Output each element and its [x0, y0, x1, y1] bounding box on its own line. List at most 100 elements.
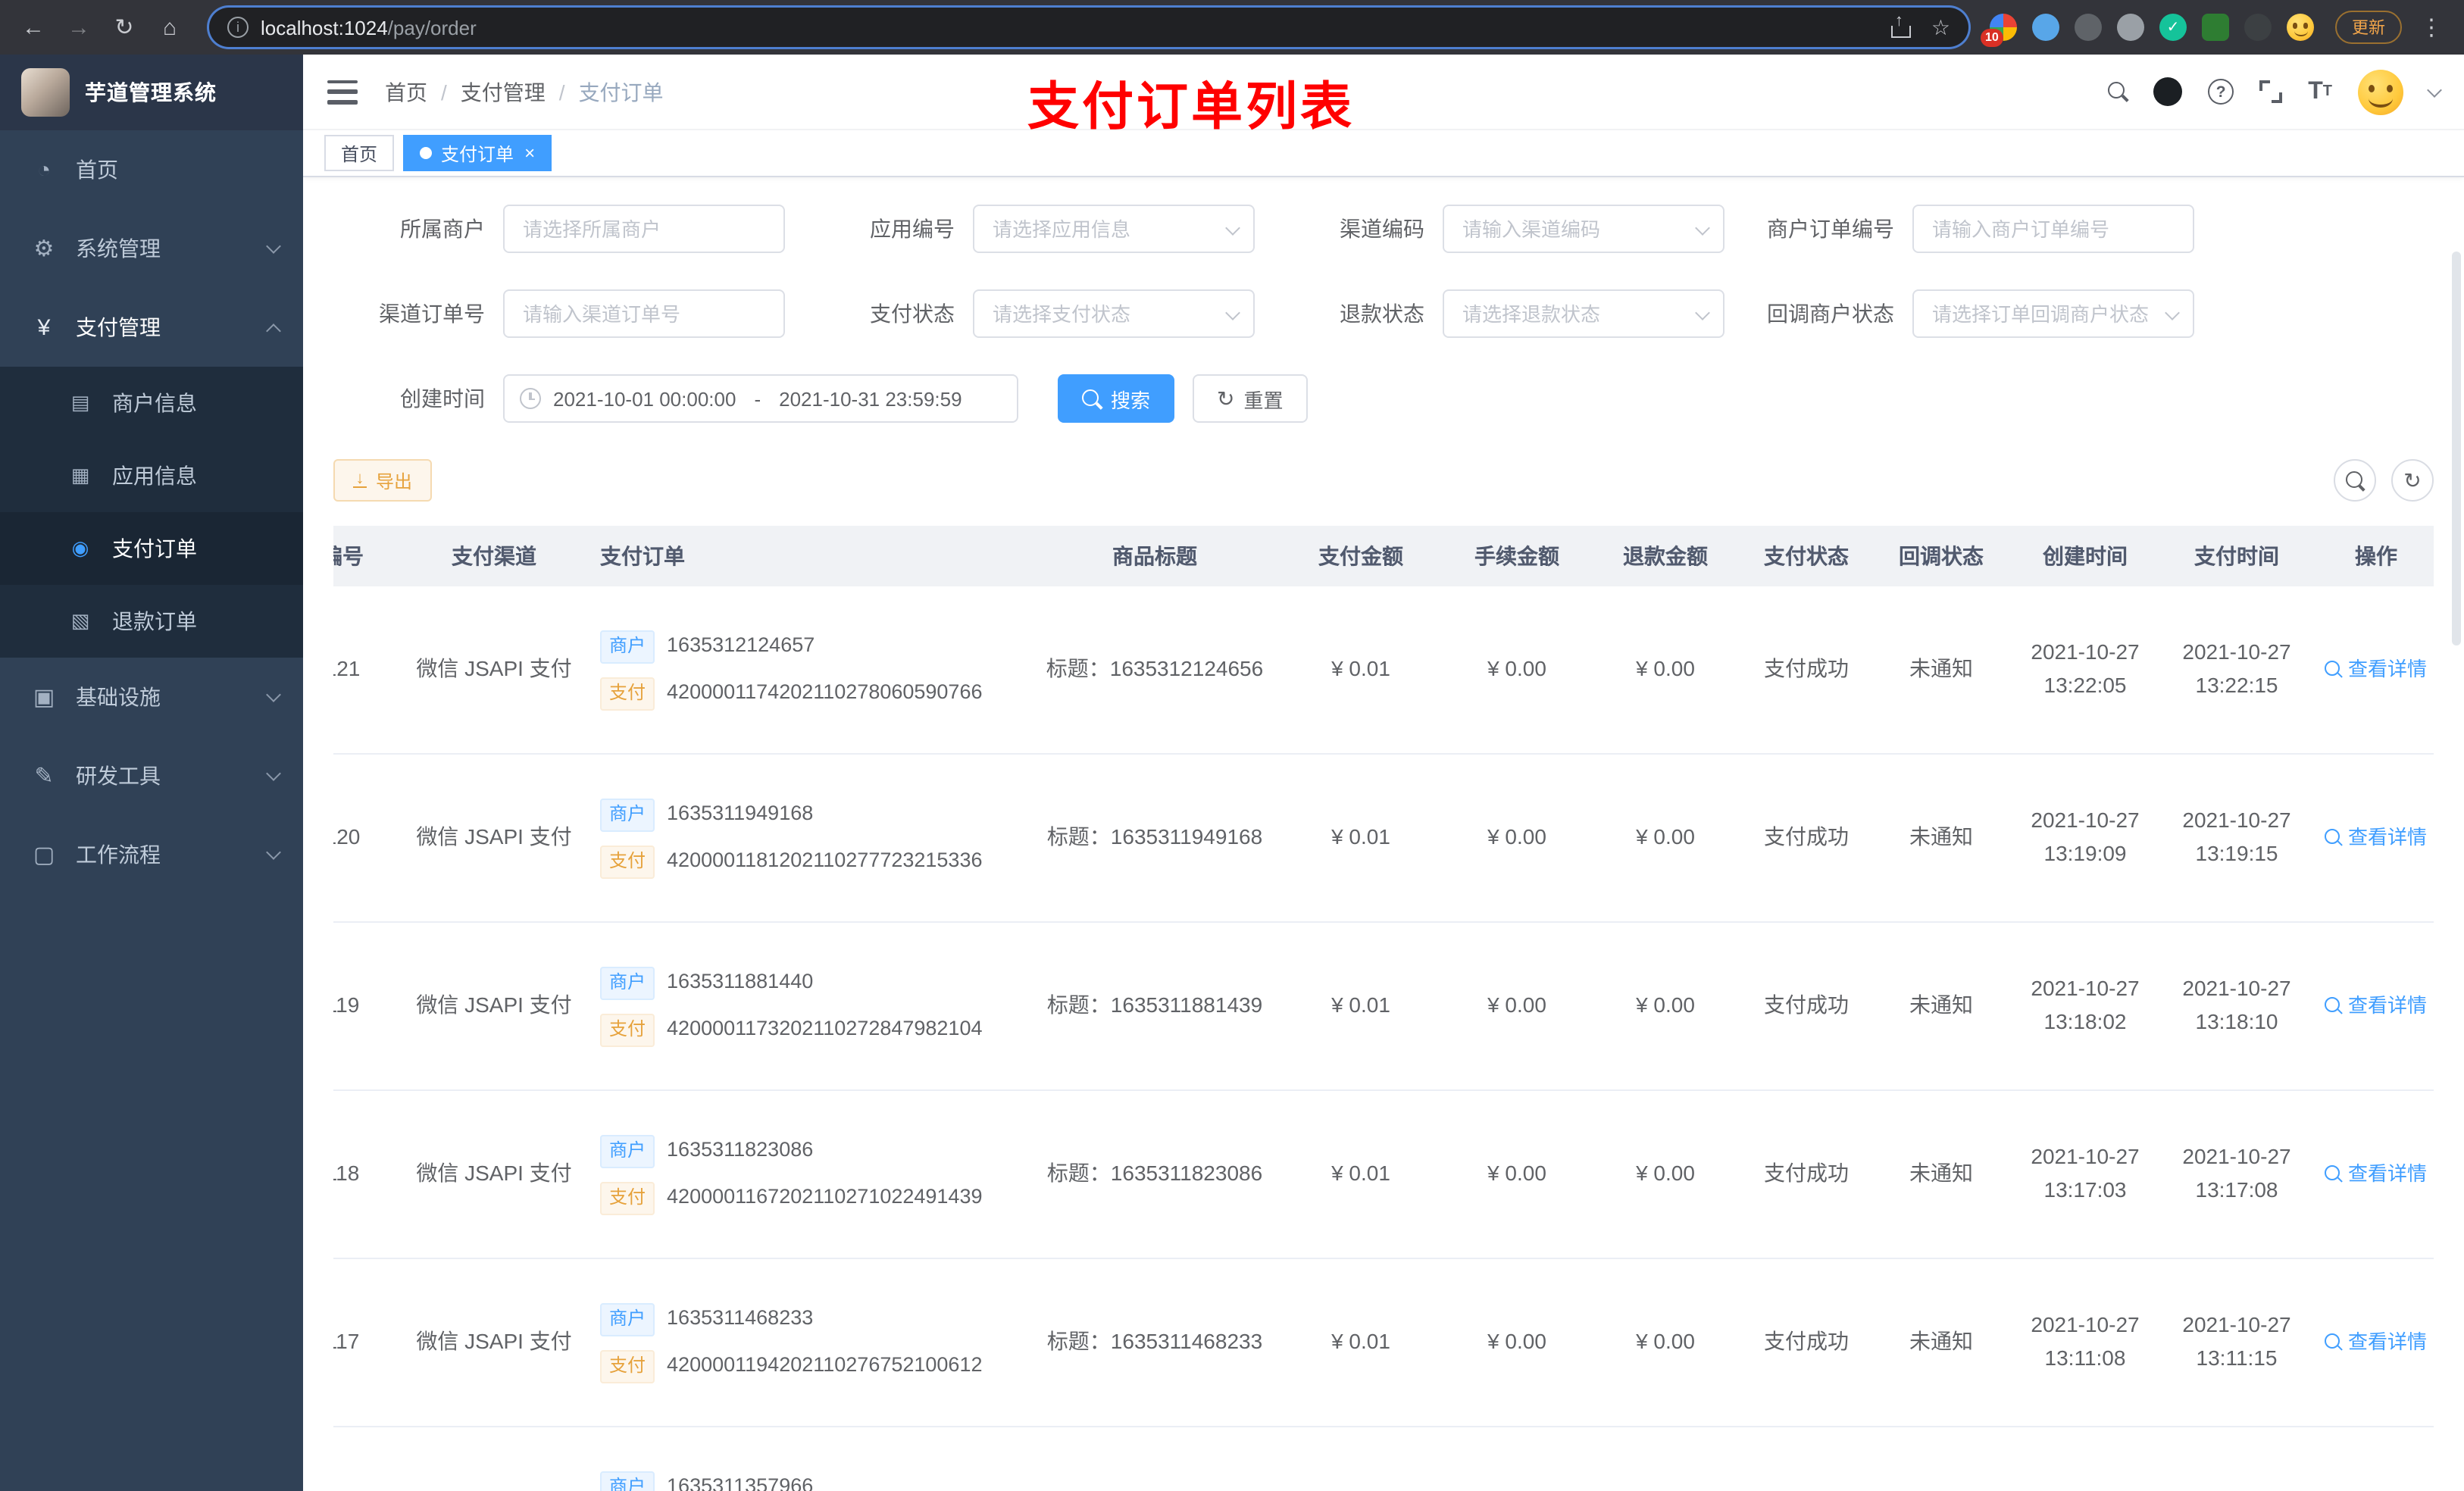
- merchant-order-no: 1635311881440: [667, 970, 814, 993]
- app-logo[interactable]: 芋道管理系统: [0, 55, 303, 130]
- sidebar-item-pay-order[interactable]: ◉ 支付订单: [0, 512, 303, 585]
- sidebar-item-home[interactable]: ◔ 首页: [0, 130, 303, 209]
- pay-order-icon: ◉: [71, 536, 89, 559]
- home-icon[interactable]: ⌂: [152, 9, 188, 45]
- extension-icon-dark[interactable]: [2075, 14, 2102, 41]
- question-icon[interactable]: ?: [2208, 79, 2234, 105]
- cell-refund: ¥ 0.00: [1636, 824, 1695, 849]
- sidebar: 芋道管理系统 ◔ 首页 ⚙ 系统管理 ¥ 支付管理 ▤ 商户信息 ▦ 应用信息 …: [0, 55, 303, 1491]
- sidebar-item-infrastructure[interactable]: ▣ 基础设施: [0, 658, 303, 736]
- cell-action: 查看详情: [2312, 823, 2434, 853]
- refresh-table-button[interactable]: ↻: [2391, 459, 2434, 502]
- tool-icon: ✎: [34, 764, 54, 789]
- filter-channel-code: 渠道编码: [1273, 205, 1724, 253]
- sidebar-item-workflow[interactable]: ▢ 工作流程: [0, 815, 303, 894]
- merchant-tag: 商户: [600, 1471, 655, 1491]
- channel-order-no-input[interactable]: [503, 289, 785, 338]
- filter-pay-status: 支付状态: [803, 289, 1255, 338]
- cell-pay-order: 商户 1635311468233 支付 42000011942021102767…: [585, 1302, 1030, 1383]
- view-detail-link[interactable]: 查看详情: [2325, 1159, 2427, 1189]
- sidebar-item-refund-order[interactable]: ▧ 退款订单: [0, 585, 303, 658]
- sidebar-item-devtools[interactable]: ✎ 研发工具: [0, 736, 303, 815]
- sidebar-collapse-icon[interactable]: [327, 80, 358, 104]
- merchant-order-no-input[interactable]: [1912, 205, 2194, 253]
- back-icon[interactable]: ←: [15, 9, 52, 45]
- table-row: 120 微信 JSAPI 支付 商户 1635311949168 支付 4200…: [333, 755, 2434, 923]
- filter-label: 回调商户状态: [1767, 302, 1894, 326]
- cell-refund: ¥ 0.00: [1636, 1161, 1695, 1186]
- breadcrumb-separator: /: [441, 80, 447, 104]
- view-detail-link[interactable]: 查看详情: [2325, 823, 2427, 853]
- reset-button[interactable]: ↻ 重置: [1193, 374, 1308, 423]
- search-button[interactable]: 搜索: [1058, 374, 1175, 423]
- table-body: 121 微信 JSAPI 支付 商户 1635312124657 支付 4200…: [333, 586, 2434, 1491]
- sidebar-item-label: 系统管理: [76, 236, 161, 261]
- forward-icon[interactable]: →: [61, 9, 97, 45]
- view-detail-link[interactable]: 查看详情: [2325, 991, 2427, 1021]
- view-detail-link[interactable]: 查看详情: [2325, 1327, 2427, 1358]
- share-icon[interactable]: [1890, 12, 1912, 38]
- merchant-order-line: 商户 1635312124657: [600, 630, 815, 663]
- tab-pay-order[interactable]: 支付订单 ×: [403, 135, 552, 171]
- refund-status-select-input[interactable]: [1443, 289, 1724, 338]
- browser-menu-icon[interactable]: ⋮: [2414, 14, 2449, 41]
- date-range-picker[interactable]: 2021-10-01 00:00:00 - 2021-10-31 23:59:5…: [503, 374, 1018, 423]
- sidebar-item-app-info[interactable]: ▦ 应用信息: [0, 439, 303, 512]
- channel-code-input[interactable]: [1443, 205, 1724, 253]
- site-info-icon[interactable]: i: [227, 17, 249, 38]
- merchant-select-input[interactable]: [503, 205, 785, 253]
- table-row: 121 微信 JSAPI 支付 商户 1635312124657 支付 4200…: [333, 586, 2434, 755]
- toggle-search-button[interactable]: [2334, 459, 2376, 502]
- reload-icon[interactable]: ↻: [106, 9, 142, 45]
- download-icon: ↓: [353, 470, 367, 489]
- extension-icon-gray[interactable]: [2117, 14, 2144, 41]
- avatar-dropdown-caret-icon[interactable]: [2427, 82, 2442, 97]
- pay-status-select: [973, 289, 1255, 338]
- yen-icon: ¥: [37, 314, 51, 340]
- font-size-icon[interactable]: TT: [2308, 79, 2332, 104]
- col-header-id: 编号: [333, 544, 364, 568]
- sidebar-item-system[interactable]: ⚙ 系统管理: [0, 209, 303, 288]
- pay-transaction-no: 4200001174202110278060590766: [667, 680, 983, 704]
- cell-title: 标题：1635311823086: [1046, 1161, 1263, 1186]
- logo-image: [21, 68, 70, 117]
- extension-icon-colorful[interactable]: 10: [1981, 14, 2017, 47]
- reset-button-label: 重置: [1243, 389, 1284, 411]
- pay-order-line: 支付 4200001174202110278060590766: [600, 677, 983, 710]
- user-avatar[interactable]: [2358, 69, 2403, 114]
- app-id-select-input[interactable]: [973, 205, 1255, 253]
- breadcrumb-home[interactable]: 首页: [385, 77, 427, 107]
- filter-label: 商户订单编号: [1767, 217, 1894, 241]
- url-host: localhost:1024: [261, 16, 388, 39]
- magnifier-icon: [2325, 1333, 2342, 1351]
- date-range-separator: -: [754, 387, 761, 410]
- extension-icon-blue[interactable]: [2032, 14, 2059, 41]
- tab-label: 支付订单: [441, 143, 514, 164]
- extension-icon-charcoal[interactable]: [2244, 14, 2272, 41]
- tab-home[interactable]: 首页: [324, 135, 395, 171]
- breadcrumb-payment[interactable]: 支付管理: [461, 77, 546, 107]
- cell-refund: ¥ 0.00: [1636, 992, 1695, 1017]
- scrollbar-thumb[interactable]: [2452, 252, 2461, 645]
- sidebar-item-merchant-info[interactable]: ▤ 商户信息: [0, 367, 303, 439]
- bookmark-star-icon[interactable]: ☆: [1931, 14, 1950, 40]
- extension-icon-green-square[interactable]: [2202, 14, 2229, 41]
- browser-update-button[interactable]: 更新: [2335, 11, 2402, 44]
- cell-notify: 未通知: [1909, 824, 1973, 849]
- github-icon[interactable]: [2153, 77, 2183, 106]
- pay-status-select-input[interactable]: [973, 289, 1255, 338]
- view-detail-label: 查看详情: [2347, 993, 2427, 1017]
- merchant-order-line: 商户 1635311949168: [600, 798, 813, 831]
- url-bar[interactable]: i localhost:1024 /pay/order ☆: [209, 8, 1968, 47]
- notify-status-select-input[interactable]: [1912, 289, 2194, 338]
- tags-view: 首页 支付订单 ×: [303, 130, 2464, 177]
- sidebar-item-payment[interactable]: ¥ 支付管理: [0, 288, 303, 367]
- fullscreen-icon[interactable]: [2259, 80, 2283, 103]
- browser-profile-avatar[interactable]: [2287, 14, 2314, 41]
- view-detail-link[interactable]: 查看详情: [2325, 655, 2427, 685]
- extension-icon-green-check[interactable]: ✓: [2159, 14, 2187, 41]
- cell-fee: ¥ 0.00: [1487, 1161, 1546, 1186]
- tab-close-icon[interactable]: ×: [524, 144, 535, 162]
- search-icon[interactable]: [2108, 82, 2128, 102]
- export-button[interactable]: ↓ 导出: [333, 459, 433, 502]
